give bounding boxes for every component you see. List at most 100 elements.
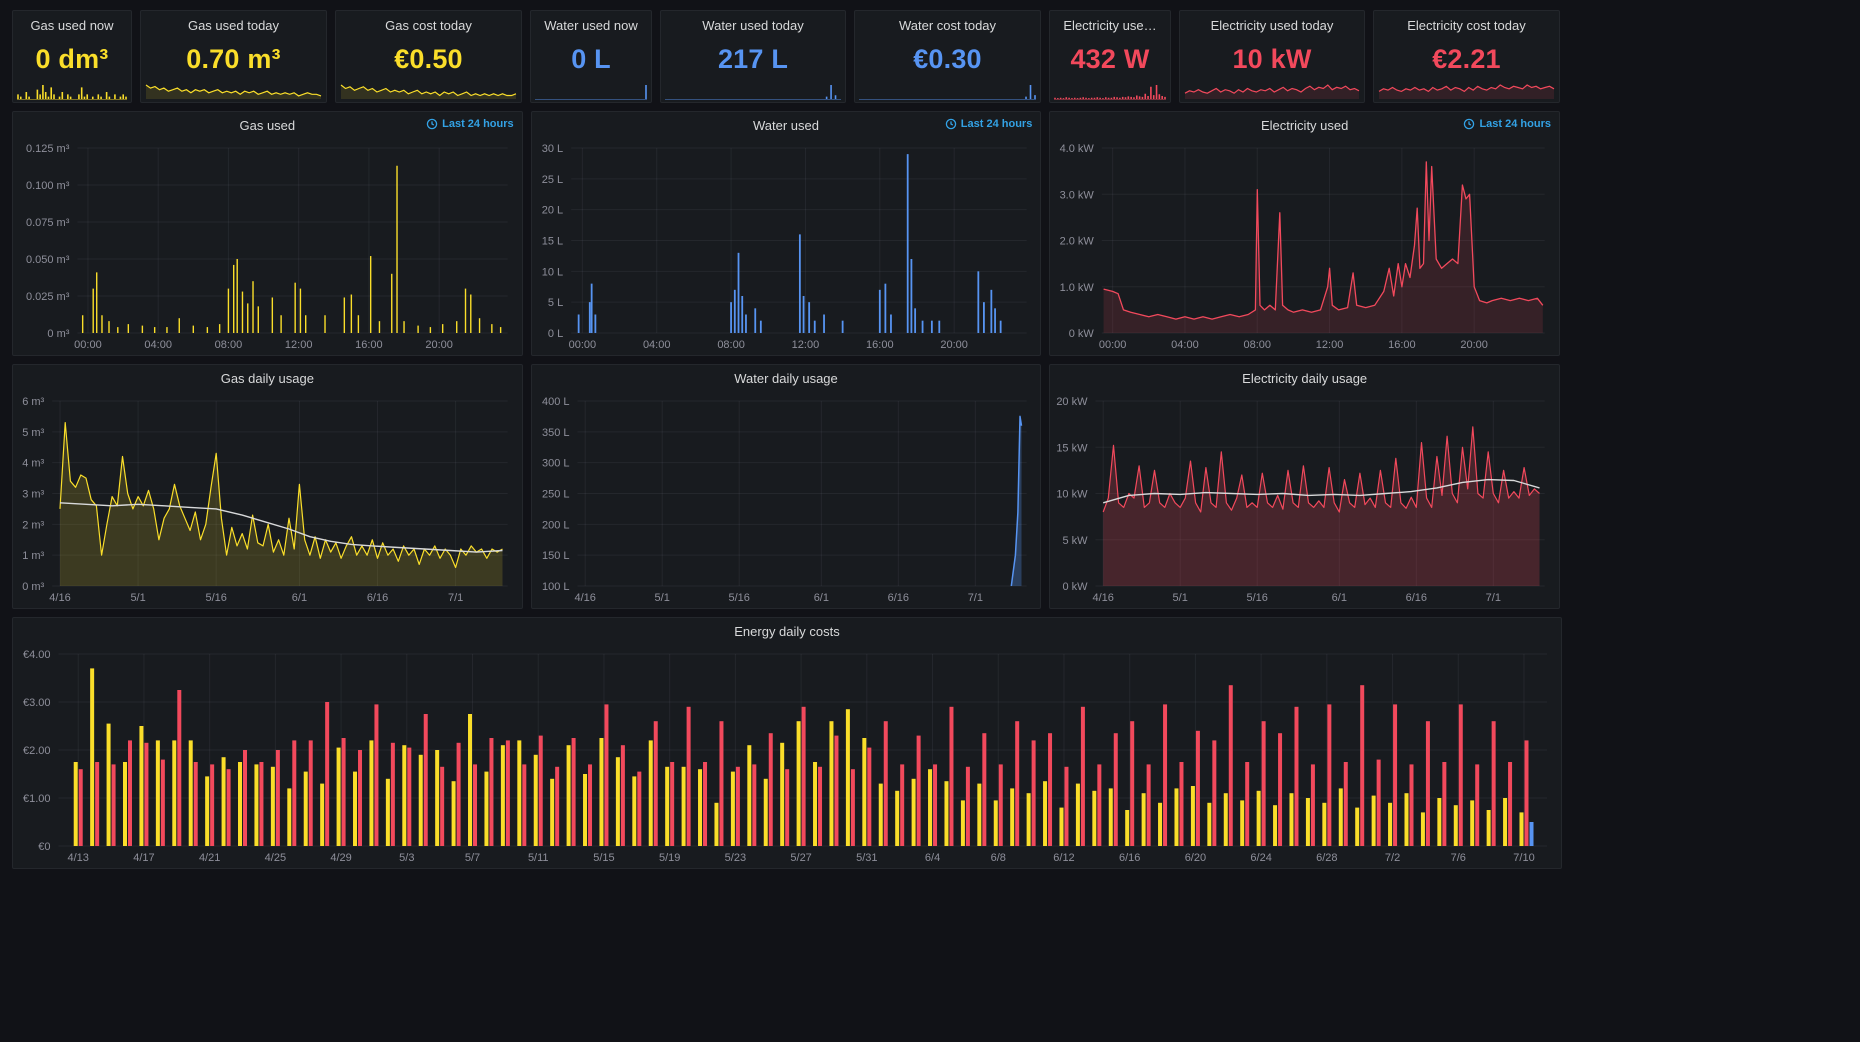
panel-header: Gas used Last 24 hours: [13, 112, 522, 138]
panel-title[interactable]: Water cost today: [855, 11, 1040, 33]
panel-title[interactable]: Gas used now: [13, 11, 131, 33]
charts-row-daily: Gas daily usage 4/16 5/1 5/16 6/1 6/16 7/1 0 m…: [12, 364, 1560, 609]
panel-title[interactable]: Water used: [753, 118, 819, 133]
svg-text:5/3: 5/3: [399, 852, 414, 864]
svg-text:20 L: 20 L: [541, 205, 562, 217]
water-used-chart[interactable]: 00:00 04:00 08:00 12:00 16:00 20:00 0 L 5 L 10 L…: [532, 138, 1041, 355]
panel-title[interactable]: Electricity cost today: [1374, 11, 1559, 33]
panel-title[interactable]: Water daily usage: [734, 371, 838, 386]
svg-text:16:00: 16:00: [1388, 339, 1416, 351]
svg-text:5/19: 5/19: [659, 852, 680, 864]
panel-title[interactable]: Gas used today: [141, 11, 326, 33]
panel-title[interactable]: Water used today: [661, 11, 845, 33]
water-daily-chart[interactable]: 4/16 5/1 5/16 6/1 6/16 7/1 100 L 150 L 200 L 250 …: [532, 391, 1041, 608]
panel-header: Electricity used Last 24 hours: [1050, 112, 1559, 138]
panel-title[interactable]: Water used now: [531, 11, 651, 33]
svg-text:7/2: 7/2: [1385, 852, 1400, 864]
sparkline: [145, 84, 322, 99]
svg-text:2.0 kW: 2.0 kW: [1060, 236, 1095, 248]
svg-text:€4.00: €4.00: [23, 649, 51, 661]
panel-title[interactable]: Gas cost today: [336, 11, 521, 33]
svg-text:6 m³: 6 m³: [22, 396, 44, 408]
panel-title[interactable]: Gas daily usage: [221, 371, 314, 386]
svg-text:7/6: 7/6: [1451, 852, 1466, 864]
time-range-label: Last 24 hours: [1479, 118, 1551, 130]
panel-title[interactable]: Electricity use…: [1050, 11, 1170, 33]
panel-water-daily-usage: Water daily usage 4/16 5/1 5/16 6/1 6/16 7/1 1…: [530, 364, 1042, 609]
panel-header: Water daily usage: [532, 365, 1041, 391]
svg-text:4 m³: 4 m³: [22, 458, 44, 470]
energy-daily-costs-chart[interactable]: 4/13 4/17 4/21 4/25 4/29 5/3 5/7 5/11 5/15 5/19 5/…: [13, 644, 1561, 868]
svg-text:6/12: 6/12: [1053, 852, 1074, 864]
time-range-link[interactable]: Last 24 hours: [1463, 118, 1551, 130]
svg-text:350 L: 350 L: [542, 427, 570, 439]
svg-text:0.075 m³: 0.075 m³: [26, 217, 70, 229]
svg-text:6/1: 6/1: [1332, 592, 1347, 604]
svg-text:20:00: 20:00: [940, 339, 968, 351]
stats-row: Gas used now 0 dm³ Gas used today 0.70 m…: [12, 10, 1560, 103]
time-range-link[interactable]: Last 24 hours: [426, 118, 514, 130]
svg-text:4/13: 4/13: [68, 852, 89, 864]
svg-text:6/20: 6/20: [1185, 852, 1206, 864]
svg-text:7/1: 7/1: [448, 592, 463, 604]
svg-text:12:00: 12:00: [791, 339, 819, 351]
panel-title[interactable]: Electricity daily usage: [1242, 371, 1367, 386]
panel-title[interactable]: Energy daily costs: [734, 624, 840, 639]
svg-text:12:00: 12:00: [1316, 339, 1344, 351]
stat-value: 0 dm³: [35, 44, 109, 74]
panel-water-used: Water used Last 24 hours 00:00 04:00 08:00…: [530, 111, 1042, 356]
time-range-label: Last 24 hours: [960, 118, 1033, 130]
stat-panel-electricity-cost-today: Electricity cost today €2.21: [1373, 10, 1560, 103]
svg-text:5/16: 5/16: [728, 592, 749, 604]
svg-text:6/8: 6/8: [991, 852, 1006, 864]
svg-text:5/27: 5/27: [790, 852, 811, 864]
panel-gas-used: Gas used Last 24 hours 00:00 04:00 08:00 12…: [12, 111, 523, 356]
stat-value: €0.50: [394, 44, 463, 74]
sparkline: [859, 85, 1036, 100]
gas-used-chart[interactable]: 00:00 04:00 08:00 12:00 16:00 20:00 0 m³ 0.025 …: [13, 138, 522, 355]
svg-text:5/15: 5/15: [593, 852, 614, 864]
panel-title[interactable]: Electricity used: [1261, 118, 1348, 133]
panel-gas-daily-usage: Gas daily usage 4/16 5/1 5/16 6/1 6/16 7/1 0 m…: [12, 364, 523, 609]
svg-text:20:00: 20:00: [1461, 339, 1489, 351]
svg-text:4/16: 4/16: [574, 592, 595, 604]
svg-text:400 L: 400 L: [542, 396, 570, 408]
stat-value: €0.30: [913, 44, 982, 74]
svg-text:30 L: 30 L: [541, 143, 562, 155]
stat-panel-gas-used-today: Gas used today 0.70 m³: [140, 10, 327, 103]
svg-text:00:00: 00:00: [568, 339, 596, 351]
gas-daily-chart[interactable]: 4/16 5/1 5/16 6/1 6/16 7/1 0 m³ 1 m³ 2 m³ 3 m³ 4 m…: [13, 391, 522, 608]
clock-icon: [945, 118, 957, 130]
svg-text:4/29: 4/29: [330, 852, 351, 864]
svg-text:0 m³: 0 m³: [47, 328, 69, 340]
svg-text:5/1: 5/1: [130, 592, 145, 604]
svg-text:0.025 m³: 0.025 m³: [26, 291, 70, 303]
svg-text:04:00: 04:00: [643, 339, 671, 351]
panel-title[interactable]: Electricity used today: [1180, 11, 1364, 33]
svg-text:5 m³: 5 m³: [22, 427, 44, 439]
svg-text:250 L: 250 L: [542, 489, 570, 501]
electricity-daily-chart[interactable]: 4/16 5/1 5/16 6/1 6/16 7/1 0 kW 5 kW 10 kW 15 kW 2…: [1050, 391, 1559, 608]
sparkline: [1184, 84, 1360, 99]
clock-icon: [426, 118, 438, 130]
svg-text:300 L: 300 L: [542, 458, 570, 470]
svg-text:200 L: 200 L: [542, 519, 570, 531]
panel-header: Electricity daily usage: [1050, 365, 1559, 391]
stat-panel-gas-used-now: Gas used now 0 dm³: [12, 10, 132, 103]
svg-text:15 kW: 15 kW: [1057, 442, 1089, 454]
svg-text:3 m³: 3 m³: [22, 489, 44, 501]
stat-panel-electricity-used-today: Electricity used today 10 kW: [1179, 10, 1365, 103]
stat-value: 217 L: [717, 44, 789, 74]
panel-title[interactable]: Gas used: [240, 118, 296, 133]
panel-energy-daily-costs: Energy daily costs 4/13 4/17 4/21 4/25 4/29 5…: [12, 617, 1562, 869]
svg-text:0 L: 0 L: [548, 328, 563, 340]
svg-text:0 m³: 0 m³: [22, 581, 44, 593]
electricity-used-chart[interactable]: 00:00 04:00 08:00 12:00 16:00 20:00 0 kW 1.0 kW…: [1050, 138, 1559, 355]
svg-text:4/16: 4/16: [1093, 592, 1114, 604]
svg-text:5 kW: 5 kW: [1063, 535, 1089, 547]
svg-text:6/28: 6/28: [1316, 852, 1337, 864]
dashboard: Gas used now 0 dm³ Gas used today 0.70 m…: [0, 0, 1562, 869]
svg-text:3.0 kW: 3.0 kW: [1060, 189, 1095, 201]
svg-text:7/1: 7/1: [967, 592, 982, 604]
time-range-link[interactable]: Last 24 hours: [945, 118, 1033, 130]
